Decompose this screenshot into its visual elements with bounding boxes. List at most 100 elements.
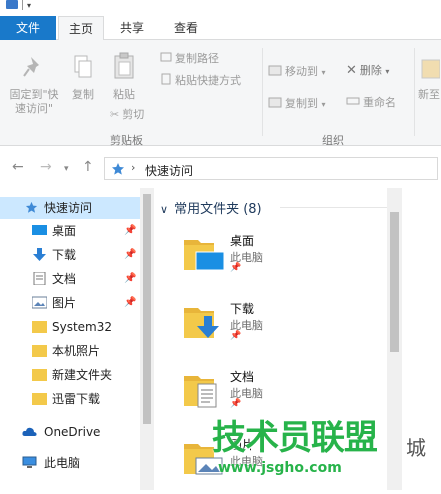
new-folder-icon	[421, 59, 441, 79]
documents-folder-icon	[184, 376, 217, 408]
copy-icon	[74, 55, 92, 78]
star-icon	[25, 201, 38, 213]
nav-item-this-pc[interactable]: 此电脑	[0, 452, 140, 474]
rename-icon	[346, 96, 360, 110]
nav-item-desktop[interactable]: 桌面 📌	[0, 220, 140, 242]
copy-path-button[interactable]: 复制路径	[160, 52, 219, 66]
title-bar: ▾	[0, 0, 441, 14]
folder-item-desktop[interactable]: 桌面 此电脑 📌	[184, 230, 384, 290]
nav-label: OneDrive	[44, 425, 101, 439]
address-box[interactable]: › 快速访问	[104, 157, 438, 180]
pin-icon[interactable]: 📌	[124, 244, 136, 266]
paste-shortcut-icon	[160, 73, 172, 89]
nav-item-system32[interactable]: System32	[0, 316, 140, 338]
up-arrow-icon[interactable]: ↑	[82, 159, 94, 175]
scrollbar-thumb[interactable]	[390, 212, 399, 352]
folder-name: 桌面	[230, 234, 255, 248]
pin-icon[interactable]: 📌	[124, 292, 136, 314]
nav-item-xunlei-downloads[interactable]: 迅雷下载	[0, 388, 140, 410]
delete-button[interactable]: ✕ 删除 ▾	[346, 64, 389, 79]
copy-to-button[interactable]: 复制到 ▾	[268, 96, 326, 112]
copy-button[interactable]: 复制	[66, 54, 100, 102]
scissors-icon: ✂	[110, 108, 120, 121]
customize-toolbar-chevron-icon[interactable]: ▾	[27, 2, 31, 10]
pin-label-line1: 固定到"快	[9, 88, 59, 101]
paste-button[interactable]: 粘贴	[106, 52, 142, 102]
ribbon: 固定到"快 速访问" 复制 粘贴 复制路径 粘贴快捷方式 ✂ 剪切 剪贴板 移动到…	[0, 40, 441, 147]
nav-label: 桌面	[52, 224, 77, 238]
navigation-pane: 快速访问 桌面 📌 下载 📌 文档 📌 图片 📌 System32 本机照片 新…	[0, 188, 140, 490]
organize-group-label: 组织	[322, 134, 344, 147]
tab-share[interactable]: 共享	[110, 16, 154, 40]
folder-name: 下载	[230, 302, 255, 316]
rename-button[interactable]: 重命名	[346, 96, 396, 110]
quick-access-star-icon	[112, 163, 124, 175]
nav-item-downloads[interactable]: 下载 📌	[0, 244, 140, 266]
group-divider	[414, 48, 415, 136]
quick-access-toolbar-icon[interactable]	[6, 0, 18, 9]
delete-x-icon: ✕	[346, 63, 357, 78]
tab-view[interactable]: 查看	[164, 16, 208, 40]
nav-label: 此电脑	[44, 456, 81, 470]
nav-label: 迅雷下载	[52, 392, 101, 406]
desktop-folder-icon	[184, 240, 224, 271]
folder-name: 文档	[230, 370, 255, 384]
nav-item-local-photos[interactable]: 本机照片	[0, 340, 140, 362]
pin-label-line2: 速访问"	[14, 102, 54, 115]
nav-label: 新建文件夹	[52, 368, 113, 382]
clipboard-icon	[114, 52, 134, 79]
tab-home[interactable]: 主页	[58, 16, 104, 41]
nav-item-quick-access[interactable]: 快速访问	[0, 197, 140, 219]
paste-shortcut-label: 粘贴快捷方式	[175, 74, 241, 87]
nav-label: 下载	[52, 248, 77, 262]
tab-file[interactable]: 文件	[0, 16, 56, 40]
nav-label: 快速访问	[44, 201, 93, 215]
breadcrumb-quick-access[interactable]: 快速访问	[145, 162, 193, 179]
folder-item-downloads[interactable]: 下载 此电脑 📌	[184, 298, 384, 358]
cloud-icon	[22, 427, 37, 436]
desktop-icon	[32, 225, 47, 235]
nav-label: 图片	[52, 296, 77, 310]
pin-icon: 📌	[230, 331, 242, 341]
pin-icon: 📌	[230, 263, 242, 273]
watermark-url: www.jsgho.com	[218, 460, 342, 476]
group-title: 常用文件夹 (8)	[174, 202, 262, 217]
ribbon-tabs: 文件 主页 共享 查看	[0, 16, 441, 41]
nav-label: 本机照片	[52, 344, 101, 358]
pin-icon[interactable]: 📌	[124, 220, 136, 242]
frequent-folders-group-header[interactable]: ∨ 常用文件夹 (8)	[160, 198, 262, 217]
watermark: 技术员联盟 www.jsgho.com 城	[200, 418, 441, 490]
collapse-chevron-icon[interactable]: ∨	[160, 203, 168, 216]
forward-arrow-icon[interactable]: →	[40, 159, 52, 175]
clipboard-group-label: 剪贴板	[110, 134, 143, 147]
folder-icon	[32, 345, 47, 357]
nav-item-onedrive[interactable]: OneDrive	[0, 421, 140, 443]
group-divider	[280, 207, 390, 208]
nav-item-documents[interactable]: 文档 📌	[0, 268, 140, 290]
breadcrumb-chevron-icon[interactable]: ›	[131, 161, 135, 174]
copy-label: 复制	[72, 88, 94, 101]
copy-to-label: 复制到	[285, 97, 318, 110]
downloads-folder-icon	[184, 308, 219, 338]
pin-icon[interactable]: 📌	[124, 268, 136, 290]
pin-to-quick-access-button[interactable]: 固定到"快 速访问"	[4, 54, 64, 116]
delete-label: 删除	[359, 64, 382, 77]
group-divider	[262, 48, 263, 136]
scrollbar-thumb[interactable]	[143, 194, 151, 424]
navigation-scrollbar[interactable]	[140, 188, 154, 490]
computer-icon	[22, 456, 37, 468]
nav-label: 文档	[52, 272, 77, 286]
copy-path-label: 复制路径	[175, 52, 219, 65]
paste-shortcut-button[interactable]: 粘贴快捷方式	[160, 73, 241, 89]
back-arrow-icon[interactable]: ←	[12, 159, 24, 175]
pin-icon	[23, 57, 39, 77]
document-icon	[33, 272, 46, 285]
nav-item-pictures[interactable]: 图片 📌	[0, 292, 140, 314]
folder-item-documents[interactable]: 文档 此电脑 📌	[184, 366, 384, 426]
new-folder-button[interactable]: 新至	[418, 54, 441, 102]
move-to-label: 移动到	[285, 65, 318, 78]
recent-locations-chevron-icon[interactable]: ▾	[64, 161, 69, 177]
cut-button[interactable]: ✂ 剪切	[110, 108, 144, 122]
nav-item-new-folder[interactable]: 新建文件夹	[0, 364, 140, 386]
move-to-button[interactable]: 移动到 ▾	[268, 64, 326, 80]
